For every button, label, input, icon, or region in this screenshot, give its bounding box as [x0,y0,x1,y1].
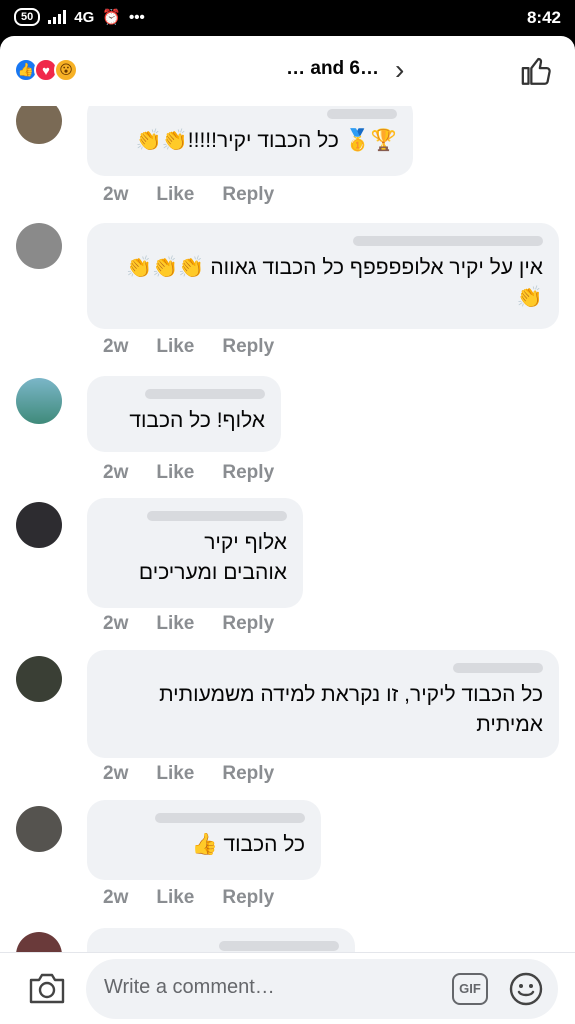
clock: 8:42 [526,8,561,27]
like-button[interactable]: Like [156,184,194,206]
reactions-header[interactable]: 👍 ♥ 😮 … and 6… › [0,36,575,106]
avatar[interactable] [16,656,62,702]
comments-sheet: 👍 ♥ 😮 … and 6… › 🏆🥇 כל הכבוד יקיר!!!!!👏👏… [0,36,575,1024]
reply-button[interactable]: Reply [222,887,274,909]
comment-bubble[interactable]: כל הכבוד ליקיר, זו נקראת למידה משמעותית … [87,650,559,758]
more-notifications-icon: ••• [128,8,145,26]
comment-actions: 2w Like Reply [103,462,274,484]
author-name[interactable] [103,508,287,524]
like-button[interactable]: Like [156,887,194,909]
author-name[interactable] [103,660,543,676]
comments-list: 🏆🥇 כל הכבוד יקיר!!!!!👏👏 2w Like Reply אי… [0,106,575,952]
reactors-summary[interactable]: … and 6… [94,58,379,80]
alarm-icon: ⏰ [102,9,121,26]
comment-actions: 2w Like Reply [103,763,274,785]
chevron-right-icon[interactable]: › [395,54,404,86]
avatar[interactable] [16,223,62,269]
comment-bubble[interactable] [87,928,355,952]
comment-text: כל הכבוד ליקיר, זו נקראת למידה משמעותית … [159,683,543,736]
comment-bubble[interactable]: 🏆🥇 כל הכבוד יקיר!!!!!👏👏 [87,106,413,176]
camera-icon[interactable] [28,971,66,1005]
comment-text: כל הכבוד 👍 [191,833,305,856]
comment-time: 2w [103,336,129,357]
comment-text: אלוף! כל הכבוד [129,409,265,432]
comment-bubble[interactable]: כל הכבוד 👍 [87,800,321,880]
reply-button[interactable]: Reply [222,613,274,635]
comment-time: 2w [103,887,129,908]
network-label: 4G [74,8,95,26]
gif-button[interactable]: GIF [452,973,488,1005]
like-button[interactable]: Like [156,613,194,635]
comment-composer: Write a comment… GIF [0,952,575,1024]
comment-bubble[interactable]: אלוף! כל הכבוד [87,376,281,452]
reply-button[interactable]: Reply [222,763,274,785]
like-button[interactable]: Like [156,336,194,358]
signal-icon [48,10,67,24]
comment-input[interactable]: Write a comment… GIF [86,959,558,1019]
author-name[interactable] [103,810,305,826]
comment-actions: 2w Like Reply [103,184,274,206]
wow-icon: 😮 [54,58,78,82]
comment-text: אלוף יקיר [204,531,287,554]
comment-time: 2w [103,184,129,205]
avatar[interactable] [16,806,62,852]
comment-text: אין על יקיר אלופפפפף כל הכבוד גאווה 👏👏👏👏 [126,256,543,309]
avatar[interactable] [16,502,62,548]
comment-time: 2w [103,763,129,784]
author-name[interactable] [103,386,265,402]
reply-button[interactable]: Reply [222,462,274,484]
status-bar: 50 4G ⏰ ••• 8:42 [0,0,575,36]
author-name[interactable] [103,233,543,249]
comment-actions: 2w Like Reply [103,613,274,635]
comment-actions: 2w Like Reply [103,887,274,909]
comment-time: 2w [103,462,129,483]
comment-bubble[interactable]: אין על יקיר אלופפפפף כל הכבוד גאווה 👏👏👏👏 [87,223,559,329]
author-name[interactable] [103,106,397,122]
avatar[interactable] [16,106,62,144]
comment-text: 🏆🥇 כל הכבוד יקיר!!!!!👏👏 [135,129,398,152]
author-name[interactable] [103,938,339,952]
battery-indicator: 50 [14,8,41,26]
like-button[interactable]: Like [156,462,194,484]
like-button[interactable]: Like [156,763,194,785]
comment-bubble[interactable]: אלוף יקיר אוהבים ומעריכים [87,498,303,608]
reaction-icons[interactable]: 👍 ♥ 😮 [14,58,78,82]
comment-input-placeholder: Write a comment… [104,976,275,998]
avatar[interactable] [16,378,62,424]
comment-time: 2w [103,613,129,634]
emoji-icon[interactable] [508,971,544,1007]
reply-button[interactable]: Reply [222,336,274,358]
reply-button[interactable]: Reply [222,184,274,206]
like-outline-icon[interactable] [520,54,554,88]
comment-text-line2: אוהבים ומעריכים [138,561,287,584]
comment-actions: 2w Like Reply [103,336,274,358]
avatar[interactable] [16,932,62,952]
